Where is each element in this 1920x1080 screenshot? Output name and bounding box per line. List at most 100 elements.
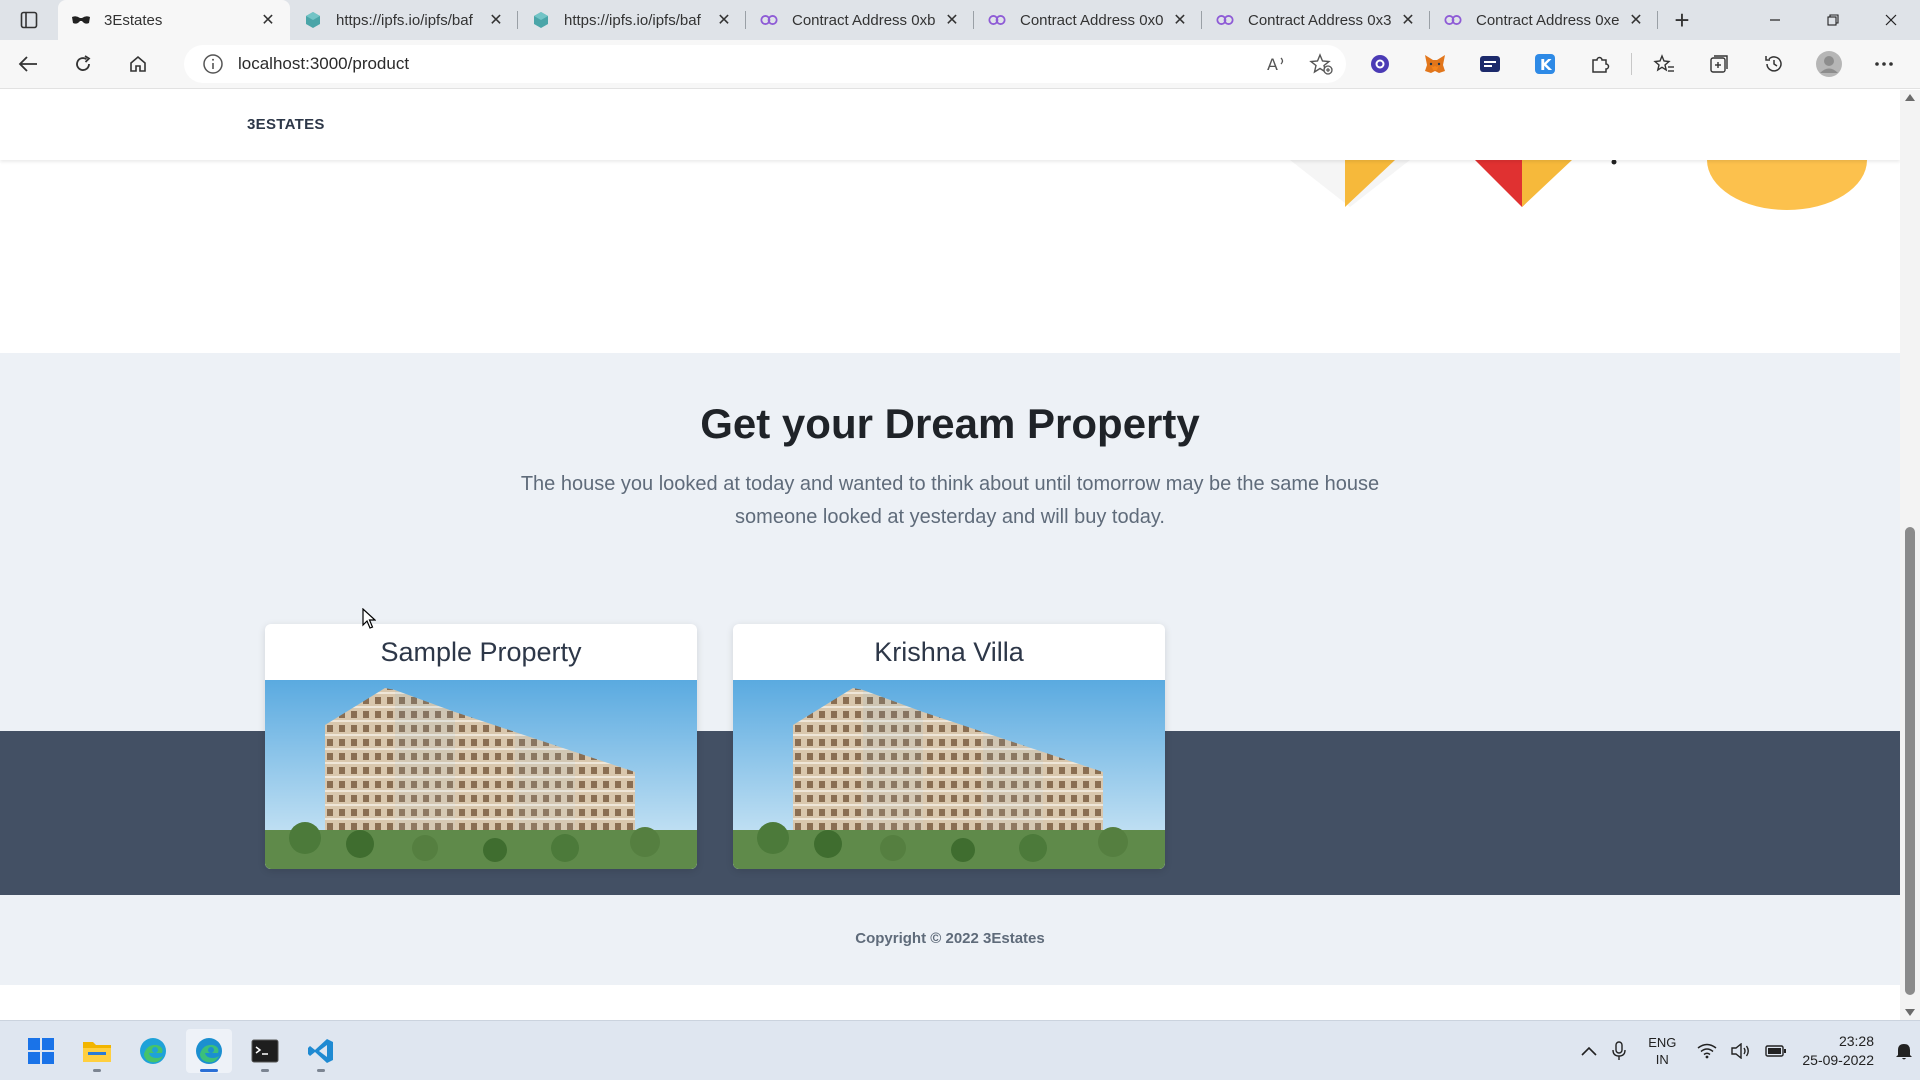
back-button[interactable] (0, 44, 55, 84)
svg-text:A: A (1267, 55, 1278, 74)
tab-contract-3[interactable]: Contract Address 0x3 ✕ (1202, 0, 1430, 40)
extension-circle-button[interactable] (1352, 44, 1407, 84)
close-icon[interactable]: ✕ (258, 10, 278, 30)
hero-illustration (0, 160, 1900, 353)
page-viewport: 3ESTATES Get your Dream Property The hou… (0, 90, 1900, 1020)
close-icon[interactable]: ✕ (942, 10, 962, 30)
tab-3estates[interactable]: 3Estates ✕ (58, 0, 290, 40)
minimize-button[interactable] (1746, 0, 1804, 40)
puzzle-icon (1591, 56, 1609, 73)
chain-link-icon (1216, 11, 1234, 29)
reload-icon (75, 55, 90, 71)
plus-icon: + (1674, 4, 1690, 35)
close-icon[interactable]: ✕ (486, 10, 506, 30)
browser-toolbar: localhost:3000/product A K (0, 40, 1920, 89)
favorites-button[interactable] (1636, 44, 1691, 84)
page-scrollbar[interactable] (1900, 90, 1920, 1020)
address-bar[interactable]: localhost:3000/product A (184, 45, 1346, 83)
info-icon[interactable] (202, 53, 224, 75)
wifi-icon (1697, 1043, 1717, 1059)
clock[interactable]: 23:28 25-09-2022 (1794, 1032, 1888, 1070)
section-subtext: The house you looked at today and wanted… (500, 468, 1400, 534)
running-indicator (317, 1069, 325, 1072)
start-button[interactable] (18, 1029, 64, 1073)
site-navbar: 3ESTATES (0, 90, 1900, 160)
tab-contract-2[interactable]: Contract Address 0x0 ✕ (974, 0, 1202, 40)
language-code: ENG (1648, 1035, 1677, 1050)
tab-actions-button[interactable] (0, 0, 58, 40)
brand-logo-link[interactable]: 3ESTATES (247, 116, 325, 133)
tab-contract-1[interactable]: Contract Address 0xb ✕ (746, 0, 974, 40)
notifications-button[interactable] (1888, 1021, 1920, 1080)
home-button[interactable] (110, 44, 165, 84)
vscode-button[interactable] (298, 1029, 344, 1073)
microphone-button[interactable] (1604, 1021, 1634, 1080)
close-icon[interactable]: ✕ (714, 10, 734, 30)
edge-browser-icon (140, 1038, 166, 1064)
mask-icon (72, 11, 90, 29)
speaker-icon (1731, 1043, 1750, 1059)
tab-actions-icon (20, 11, 38, 29)
avatar-icon (1815, 51, 1842, 77)
history-clock-icon (1764, 56, 1782, 72)
arrow-left-icon (18, 56, 37, 72)
tab-title: Contract Address 0x0 (1020, 11, 1164, 29)
show-hidden-icons-button[interactable] (1574, 1021, 1604, 1080)
chevron-up-icon (1581, 1046, 1597, 1056)
address-bar-actions: A (1262, 49, 1336, 79)
profile-button[interactable] (1801, 44, 1856, 84)
subtext-line-2: someone looked at yesterday and will buy… (735, 506, 1165, 528)
volume-button[interactable] (1724, 1021, 1758, 1080)
close-icon[interactable]: ✕ (1626, 10, 1646, 30)
windows-taskbar: ENG IN 23:28 25-09-2022 (0, 1020, 1920, 1080)
close-window-button[interactable] (1862, 0, 1920, 40)
settings-more-button[interactable] (1856, 44, 1911, 84)
footer-copyright: Copyright © 2022 3Estates (855, 930, 1045, 947)
edge-browser-active-button[interactable] (186, 1029, 232, 1073)
tab-contract-4[interactable]: Contract Address 0xe ✕ (1430, 0, 1658, 40)
file-explorer-button[interactable] (74, 1029, 120, 1073)
edge-browser-button[interactable] (130, 1029, 176, 1073)
mouse-cursor-icon (362, 608, 376, 629)
history-button[interactable] (1746, 44, 1801, 84)
scroll-up-arrow-icon[interactable] (1905, 94, 1915, 101)
property-card-sample[interactable]: Sample Property (265, 624, 697, 869)
metamask-button[interactable] (1407, 44, 1462, 84)
edge-browser-icon (196, 1038, 222, 1064)
restore-icon (1827, 14, 1839, 26)
restore-button[interactable] (1804, 0, 1862, 40)
k-extension-button[interactable]: K (1517, 44, 1572, 84)
battery-button[interactable] (1758, 1021, 1794, 1080)
favorite-add-icon[interactable] (1306, 49, 1336, 79)
battery-charging-icon (1765, 1045, 1787, 1057)
tab-ipfs-1[interactable]: https://ipfs.io/ipfs/baf ✕ (290, 0, 518, 40)
running-indicator (93, 1069, 101, 1072)
tab-ipfs-2[interactable]: https://ipfs.io/ipfs/baf ✕ (518, 0, 746, 40)
cube-icon (304, 11, 322, 29)
tab-title: Contract Address 0xe (1476, 11, 1620, 29)
new-tab-button[interactable]: + (1658, 0, 1706, 40)
hero-shapes-graphic (1290, 160, 1867, 210)
clock-time: 23:28 (1838, 1033, 1874, 1049)
windows-logo-icon (28, 1038, 54, 1064)
read-aloud-icon[interactable]: A (1262, 49, 1292, 79)
language-indicator[interactable]: ENG IN (1634, 1034, 1690, 1068)
microphone-icon (1612, 1041, 1626, 1060)
vscode-icon (308, 1039, 333, 1063)
scrollbar-thumb[interactable] (1905, 527, 1915, 995)
property-card-krishna-villa[interactable]: Krishna Villa (733, 624, 1165, 869)
network-button[interactable] (1690, 1021, 1724, 1080)
tab-title: 3Estates (104, 11, 163, 29)
scroll-down-arrow-icon[interactable] (1905, 1009, 1915, 1016)
extensions-button[interactable] (1572, 44, 1627, 84)
reload-button[interactable] (55, 44, 110, 84)
url-text: localhost:3000/product (238, 54, 410, 73)
terminal-button[interactable] (242, 1029, 288, 1073)
close-icon[interactable]: ✕ (1170, 10, 1190, 30)
notification-bell-icon (1896, 1044, 1912, 1060)
apartment-building-image (265, 680, 697, 869)
collections-button[interactable] (1691, 44, 1746, 84)
close-icon[interactable]: ✕ (1398, 10, 1418, 30)
tab-title: Contract Address 0xb (792, 11, 936, 29)
wallet-extension-button[interactable] (1462, 44, 1517, 84)
